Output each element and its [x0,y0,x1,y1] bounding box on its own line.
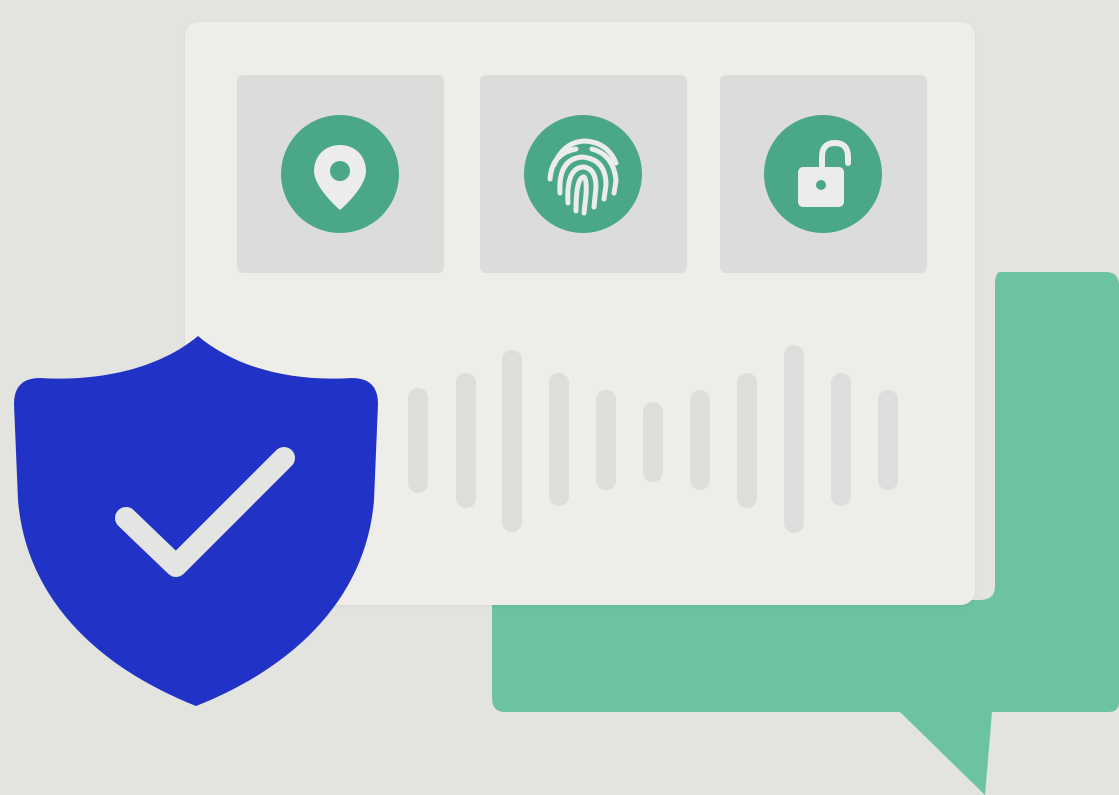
shield-body [14,336,378,706]
security-illustration [0,0,1119,795]
shield-check-icon [14,336,378,706]
